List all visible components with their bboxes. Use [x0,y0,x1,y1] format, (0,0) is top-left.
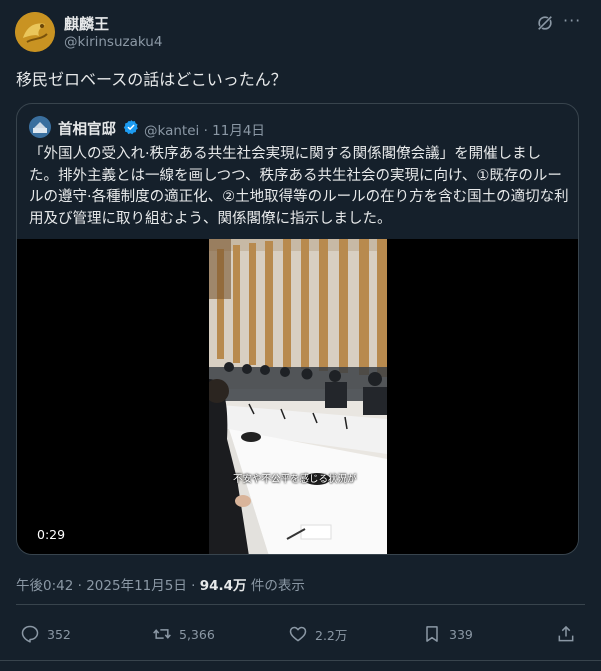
bookmark-button[interactable]: 339 [422,623,473,645]
retweet-icon [153,629,171,639]
video-caption: 不安や不公平を感じる状況が [233,474,357,485]
quoted-meta: @kantei · 11月4日 [144,119,265,139]
share-icon [558,625,574,642]
video-player[interactable]: 不安や不公平を感じる状況が 0:29 [17,239,578,554]
like-button[interactable]: 2.2万 [288,623,347,645]
reply-count: 352 [47,626,71,642]
quoted-date[interactable]: 11月4日 [212,123,265,139]
verified-badge-icon [123,120,138,135]
quoted-text: 「外国人の受入れ·秩序ある共生社会実現に関する関係閣僚会議」を開催しました。排外… [29,146,569,227]
timestamp-separator: · [77,578,82,594]
like-icon [289,626,307,642]
divider [16,604,585,605]
view-label: 件の表示 [250,578,305,594]
tweet-text: 移民ゼロベースの話はどこいったん？ [16,70,287,89]
bookmark-icon [426,626,438,642]
retweet-count: 5,366 [179,626,215,642]
like-count: 2.2万 [315,627,348,643]
share-button[interactable] [556,623,583,645]
author-avatar[interactable] [15,12,55,52]
grok-icon[interactable] [536,14,554,32]
tweet-timestamp: 午後0:42 · 2025年11月5日 · 94.4万 件の表示 [16,574,305,594]
tweet-date[interactable]: 2025年11月5日 [86,578,187,594]
author-handle[interactable]: @kirinsuzaku4 [64,34,162,50]
retweet-button[interactable]: 5,366 [152,623,215,645]
video-duration: 0:29 [37,527,66,542]
meta-separator: · [203,123,208,139]
quoted-tweet[interactable]: 首相官邸 @kantei · 11月4日 「外国人の受入れ·秩序ある共生社会実現… [16,103,579,555]
timestamp-separator: · [191,578,196,594]
bottom-divider [0,660,601,661]
bookmark-count: 339 [449,626,473,642]
quoted-author-handle[interactable]: @kantei [144,123,199,139]
more-icon[interactable]: ··· [563,11,581,30]
tweet-time[interactable]: 午後0:42 [16,578,73,594]
reply-icon [21,625,39,643]
quoted-author-name[interactable]: 首相官邸 [58,118,116,139]
author-name[interactable]: 麒麟王 [64,13,109,34]
view-count[interactable]: 94.4万 [200,578,247,594]
reply-button[interactable]: 352 [20,623,71,645]
video-frame[interactable]: 不安や不公平を感じる状況が [209,239,387,554]
quoted-author-avatar[interactable] [29,116,51,138]
